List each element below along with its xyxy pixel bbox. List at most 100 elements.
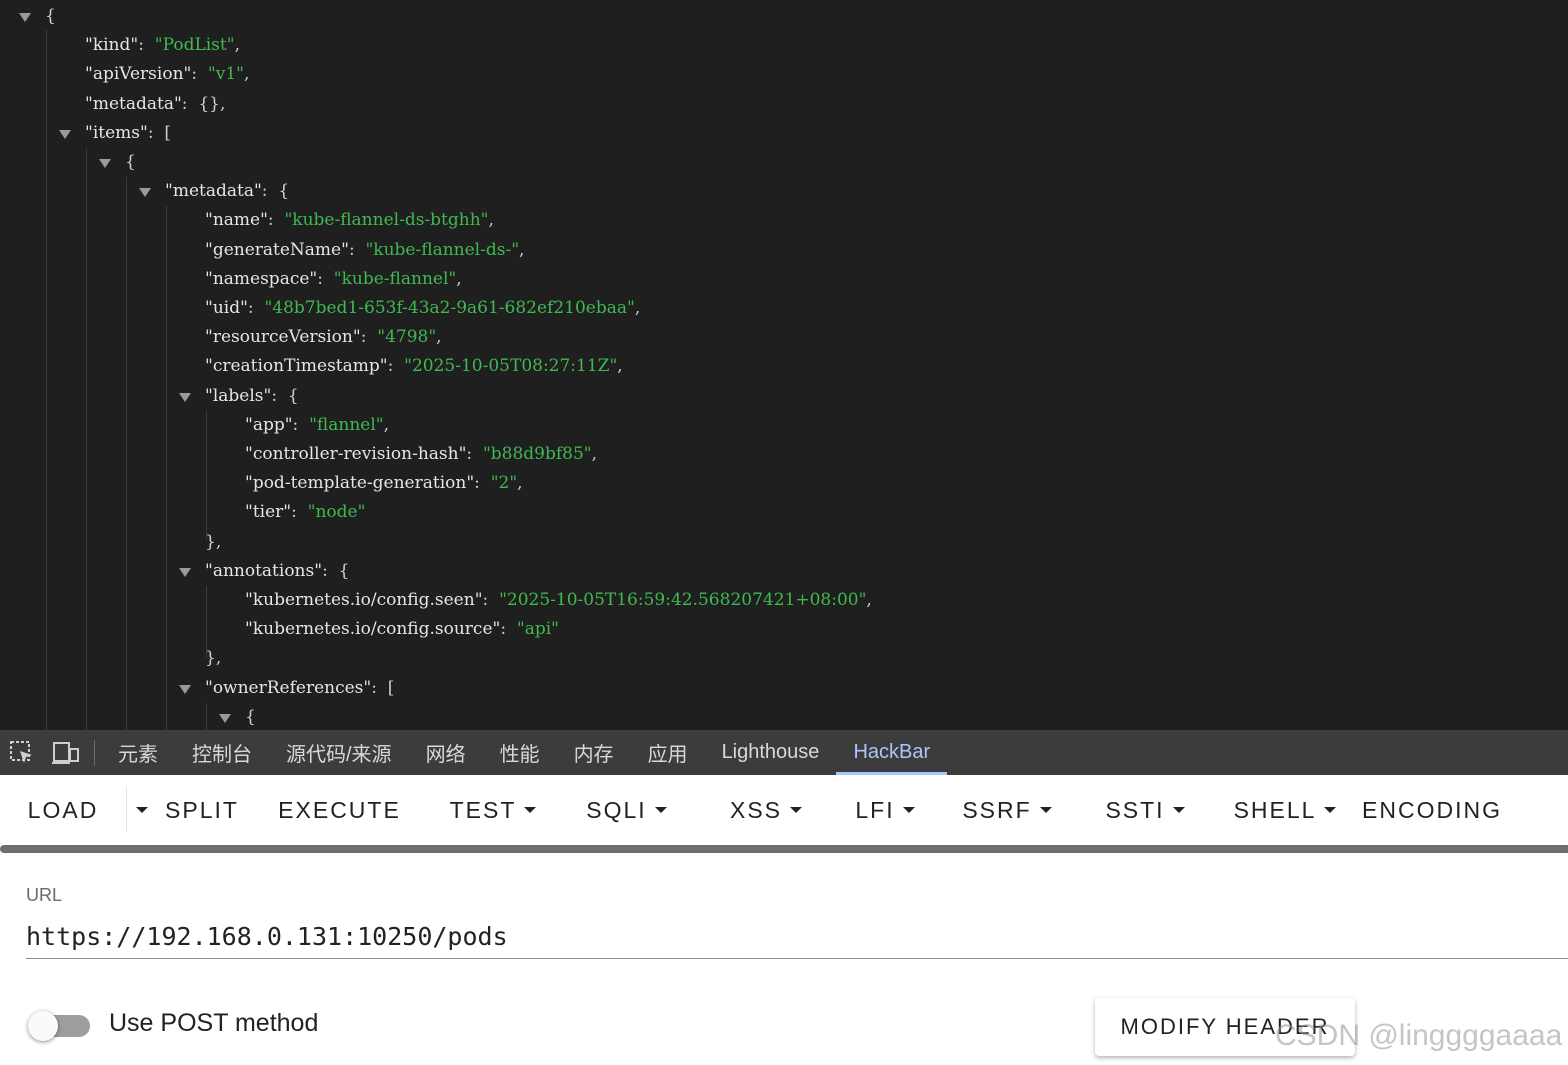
json-key: "apiVersion" xyxy=(85,64,192,85)
collapse-toggle-icon[interactable] xyxy=(99,159,111,168)
json-key: "tier" xyxy=(245,502,292,523)
json-punctuation: { xyxy=(125,152,136,172)
tab--[interactable]: 性能 xyxy=(483,730,557,775)
json-string-value: "PodList" xyxy=(154,35,235,56)
indent-guide xyxy=(166,206,167,730)
tab-lighthouse[interactable]: Lighthouse xyxy=(705,730,837,775)
caret-down-icon xyxy=(902,807,915,813)
json-line: "kind": "PodList", xyxy=(85,31,240,60)
lfi-button[interactable]: LFI xyxy=(833,775,937,845)
json-key: "namespace" xyxy=(205,268,318,289)
json-punctuation: : xyxy=(474,473,491,494)
split-button[interactable]: SPLIT xyxy=(157,775,247,845)
json-punctuation: , xyxy=(456,268,462,289)
json-string-value: "node" xyxy=(307,502,366,523)
json-punctuation: }, xyxy=(205,531,222,552)
tab--[interactable]: 应用 xyxy=(631,730,705,775)
ssrf-button[interactable]: SSRF xyxy=(937,775,1077,845)
toolbar-button-label: XSS xyxy=(729,796,783,823)
tab--[interactable]: 控制台 xyxy=(175,730,269,775)
toolbar-button-label: LOAD xyxy=(27,796,99,823)
collapse-toggle-icon[interactable] xyxy=(19,13,31,22)
toolbar-button-label: SSTI xyxy=(1105,796,1165,823)
devtools-tabs: 元素 控制台 源代码/来源 网络 性能 内存 应用 Lighthouse HackBar xyxy=(101,730,947,775)
json-key: "name" xyxy=(205,210,268,231)
hackbar-panel: LOAD SPLIT EXECUTE TEST SQLI XSS LFI SSRF SSTI SH… xyxy=(0,775,1568,1065)
hackbar-toolbar: LOAD SPLIT EXECUTE TEST SQLI XSS LFI SSRF SSTI SH… xyxy=(0,775,1568,845)
collapse-toggle-icon[interactable] xyxy=(179,684,191,694)
execute-button[interactable]: EXECUTE xyxy=(247,775,432,845)
ssti-button[interactable]: SSTI xyxy=(1077,775,1213,845)
json-string-value: "kube-flannel-ds-" xyxy=(365,239,520,260)
json-string-value: "b88d9bf85" xyxy=(482,444,592,464)
json-line: "items": [ xyxy=(85,119,171,148)
json-line: "metadata": { xyxy=(165,177,289,206)
json-line: "generateName": "kube-flannel-ds-", xyxy=(205,236,524,265)
json-punctuation: : xyxy=(191,64,208,85)
json-key: "pod-template-generation" xyxy=(245,473,475,494)
json-punctuation: , xyxy=(517,473,523,494)
json-line: "labels": { xyxy=(205,382,299,411)
collapse-toggle-icon[interactable] xyxy=(139,188,151,198)
json-key: "generateName" xyxy=(205,239,349,260)
json-key: "kind" xyxy=(85,35,139,56)
json-key: "controller-revision-hash" xyxy=(245,444,467,464)
post-method-toggle[interactable] xyxy=(28,1011,90,1041)
load-button[interactable]: LOAD xyxy=(0,775,126,845)
json-punctuation: , xyxy=(634,298,641,318)
json-line: }, xyxy=(205,528,221,557)
load-dropdown-button[interactable] xyxy=(127,775,157,845)
json-punctuation: , xyxy=(243,64,250,85)
tab--[interactable]: 网络 xyxy=(409,730,483,775)
sqli-button[interactable]: SQLI xyxy=(554,775,699,845)
inspect-element-icon[interactable] xyxy=(0,730,44,775)
toolbar-button-label: TEST xyxy=(449,796,517,823)
json-punctuation: : xyxy=(292,414,310,435)
json-line: "ownerReferences": [ xyxy=(205,674,394,703)
toolbar-button-label: SPLIT xyxy=(165,796,239,823)
tab--[interactable]: 元素 xyxy=(101,730,175,775)
json-punctuation: }, xyxy=(205,648,222,669)
json-key: "uid" xyxy=(205,298,248,318)
json-punctuation: , xyxy=(591,444,598,464)
json-string-value: "2025-10-05T08:27:11Z" xyxy=(404,356,618,377)
tabbar-divider xyxy=(94,739,95,766)
json-punctuation: , xyxy=(519,239,525,260)
json-key: "labels" xyxy=(205,385,272,406)
device-toolbar-icon[interactable] xyxy=(44,730,88,775)
json-string-value: "api" xyxy=(516,619,559,640)
json-line: { xyxy=(245,703,256,730)
tab-hackbar[interactable]: HackBar xyxy=(836,730,947,775)
json-line: { xyxy=(45,2,56,31)
json-punctuation: , xyxy=(866,590,872,610)
collapse-toggle-icon[interactable] xyxy=(179,567,191,577)
json-punctuation: , xyxy=(617,356,623,377)
shell-button[interactable]: SHELL xyxy=(1213,775,1357,845)
json-line: "namespace": "kube-flannel", xyxy=(205,265,462,294)
toolbar-scrollbar[interactable] xyxy=(0,845,1568,853)
json-viewer: {"kind": "PodList", "apiVersion": "v1", "m… xyxy=(0,0,1568,730)
json-line: "pod-template-generation": "2", xyxy=(245,469,523,498)
json-line: "tier": "node" xyxy=(245,498,365,527)
json-string-value: "kube-flannel-ds-btghh" xyxy=(284,210,489,231)
json-punctuation: : xyxy=(360,327,378,348)
collapse-toggle-icon[interactable] xyxy=(59,129,71,139)
json-punctuation: { xyxy=(245,706,256,727)
xss-button[interactable]: XSS xyxy=(699,775,833,845)
json-line: }, xyxy=(205,644,221,673)
toolbar-button-label: LFI xyxy=(855,796,895,823)
test-button[interactable]: TEST xyxy=(432,775,554,845)
json-key: "resourceVersion" xyxy=(205,327,361,348)
json-punctuation: , xyxy=(436,327,442,348)
modify-header-button[interactable]: MODIFY HEADER xyxy=(1095,998,1355,1056)
json-line: "annotations": { xyxy=(205,557,349,586)
encoding-button[interactable]: ENCODING xyxy=(1357,775,1507,845)
json-line: "metadata": {}, xyxy=(85,90,225,119)
url-input[interactable] xyxy=(26,915,1568,959)
collapse-toggle-icon[interactable] xyxy=(219,713,231,723)
json-line: "kubernetes.io/config.seen": "2025-10-05… xyxy=(245,586,872,615)
url-label: URL xyxy=(26,885,63,905)
tab--[interactable]: 内存 xyxy=(557,730,631,775)
collapse-toggle-icon[interactable] xyxy=(179,392,191,402)
tab--[interactable]: 源代码/来源 xyxy=(269,730,409,775)
